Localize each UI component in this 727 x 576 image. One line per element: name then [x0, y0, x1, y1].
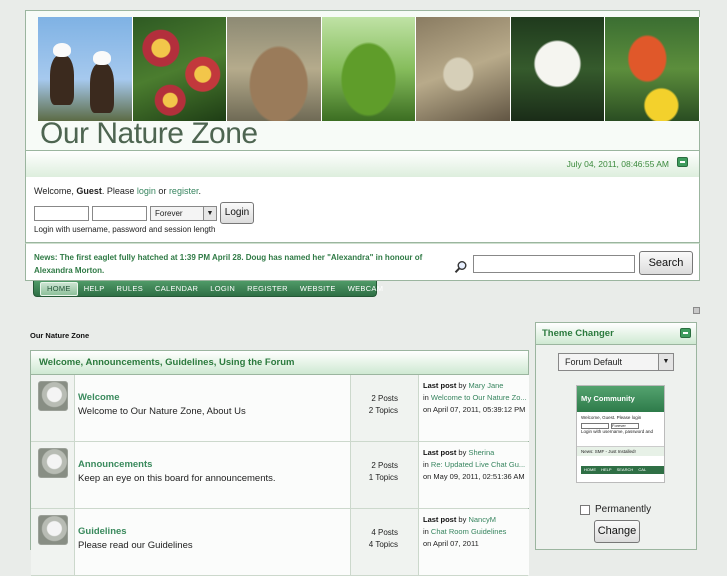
- board-icon[interactable]: [38, 515, 68, 545]
- permanently-label: Permanently: [595, 504, 652, 515]
- board-row: Announcements Keep an eye on this board …: [31, 442, 529, 509]
- search-input[interactable]: [473, 255, 635, 273]
- frog-photo: [321, 17, 417, 121]
- topics-count: 1 Topics: [368, 473, 398, 482]
- last-post-author[interactable]: Sherina: [468, 448, 494, 457]
- welcome-message: Welcome, Guest. Please login or register…: [34, 186, 201, 196]
- last-post-info: Last post by Mary Jane in Welcome to Our…: [423, 381, 527, 414]
- guest-name: Guest: [76, 186, 102, 196]
- topics-count: 2 Topics: [368, 406, 398, 415]
- theme-preview: My Community Welcome, Guest. Please logi…: [576, 385, 665, 483]
- date-bar: July 04, 2011, 08:46:55 AM: [25, 151, 700, 177]
- permanently-checkbox[interactable]: [580, 504, 590, 515]
- last-post-author[interactable]: Mary Jane: [468, 381, 503, 390]
- board-icon[interactable]: [38, 448, 68, 478]
- theme-select[interactable]: Forum Default ▼: [558, 353, 674, 371]
- search-button[interactable]: Search: [639, 251, 693, 275]
- login-button[interactable]: Login: [220, 202, 254, 224]
- lily-photo: [510, 17, 606, 121]
- menu-login[interactable]: LOGIN: [204, 284, 241, 293]
- preview-welcome: Welcome, Guest. Please login: [581, 415, 642, 420]
- last-post-date: on April 07, 2011: [423, 539, 479, 548]
- site-header: Our Nature Zone: [25, 10, 701, 151]
- session-length-select[interactable]: Forever ▼: [150, 205, 217, 221]
- chevron-down-icon: ▼: [203, 206, 216, 220]
- last-post-date: on May 09, 2011, 02:51:36 AM: [423, 472, 525, 481]
- permanently-option: Permanently: [580, 504, 651, 515]
- board-row: Welcome Welcome to Our Nature Zone, Abou…: [31, 375, 529, 442]
- board-description: Keep an eye on this board for announceme…: [78, 473, 276, 484]
- user-panel: Welcome, Guest. Please login or register…: [25, 177, 700, 243]
- board-name[interactable]: Welcome: [78, 392, 120, 403]
- primrose-photo: [132, 17, 228, 121]
- login-hint: Login with username, password and sessio…: [34, 225, 216, 234]
- news-bar: News: The first eaglet fully hatched at …: [25, 243, 700, 281]
- rabbit-photo: [227, 17, 322, 121]
- upshrink-icon[interactable]: [693, 307, 700, 314]
- menu-help[interactable]: HELP: [78, 284, 111, 293]
- login-form: Forever ▼ Login: [34, 202, 254, 224]
- board-index: Welcome, Announcements, Guidelines, Usin…: [30, 350, 529, 576]
- header-photo-strip: [38, 17, 701, 121]
- theme-changer: Theme Changer Forum Default ▼ My Communi…: [535, 322, 697, 550]
- menu-rules[interactable]: RULES: [111, 284, 150, 293]
- menu-webcam[interactable]: WEBCAM: [342, 284, 390, 293]
- menu-website[interactable]: WEBSITE: [294, 284, 342, 293]
- fish-photo: [416, 17, 511, 121]
- last-post-topic[interactable]: Re: Updated Live Chat Gu...: [431, 460, 525, 469]
- butterfly-photo: [605, 17, 701, 121]
- theme-changer-title: Theme Changer: [542, 328, 614, 339]
- posts-count: 2 Posts: [371, 394, 398, 403]
- last-post-topic[interactable]: Welcome to Our Nature Zo...: [431, 393, 527, 402]
- posts-count: 2 Posts: [371, 461, 398, 470]
- breadcrumb[interactable]: Our Nature Zone: [30, 331, 89, 340]
- preview-news: News: SMF - Just Installed!: [577, 446, 664, 456]
- category-header[interactable]: Welcome, Announcements, Guidelines, Usin…: [31, 351, 528, 375]
- preview-hint: Login with username, password and: [581, 429, 654, 434]
- board-name[interactable]: Guidelines: [78, 526, 127, 537]
- collapse-header-icon[interactable]: [677, 157, 688, 167]
- search-icon: [454, 261, 467, 273]
- board-row: Guidelines Please read our Guidelines 4 …: [31, 509, 529, 576]
- board-name[interactable]: Announcements: [78, 459, 152, 470]
- posts-count: 4 Posts: [371, 528, 398, 537]
- login-link[interactable]: login: [137, 186, 156, 196]
- last-post-date: on April 07, 2011, 05:39:12 PM: [423, 405, 526, 414]
- last-post-topic[interactable]: Chat Room Guidelines: [431, 527, 506, 536]
- site-title[interactable]: Our Nature Zone: [40, 117, 258, 151]
- preview-nav: HOME HELP SEARCH CAL: [581, 466, 664, 474]
- board-description: Welcome to Our Nature Zone, About Us: [78, 406, 246, 417]
- current-date: July 04, 2011, 08:46:55 AM: [566, 159, 669, 169]
- collapse-theme-icon[interactable]: [680, 328, 691, 338]
- register-link[interactable]: register: [169, 186, 199, 196]
- eagles-photo: [38, 17, 133, 121]
- password-input[interactable]: [92, 205, 147, 221]
- main-menu: HOME HELP RULES CALENDAR LOGIN REGISTER …: [33, 281, 383, 297]
- last-post-author[interactable]: NancyM: [468, 515, 496, 524]
- news-text: News: The first eaglet fully hatched at …: [34, 253, 423, 275]
- board-icon[interactable]: [38, 381, 68, 411]
- preview-title: My Community: [577, 386, 664, 412]
- change-theme-button[interactable]: Change: [594, 520, 640, 543]
- last-post-info: Last post by Sherina in Re: Updated Live…: [423, 448, 526, 481]
- username-input[interactable]: [34, 205, 89, 221]
- board-description: Please read our Guidelines: [78, 540, 193, 551]
- theme-changer-header: Theme Changer: [536, 323, 696, 345]
- menu-calendar[interactable]: CALENDAR: [149, 284, 204, 293]
- chevron-down-icon: ▼: [658, 354, 673, 370]
- menu-home[interactable]: HOME: [40, 281, 78, 296]
- menu-register[interactable]: REGISTER: [241, 284, 294, 293]
